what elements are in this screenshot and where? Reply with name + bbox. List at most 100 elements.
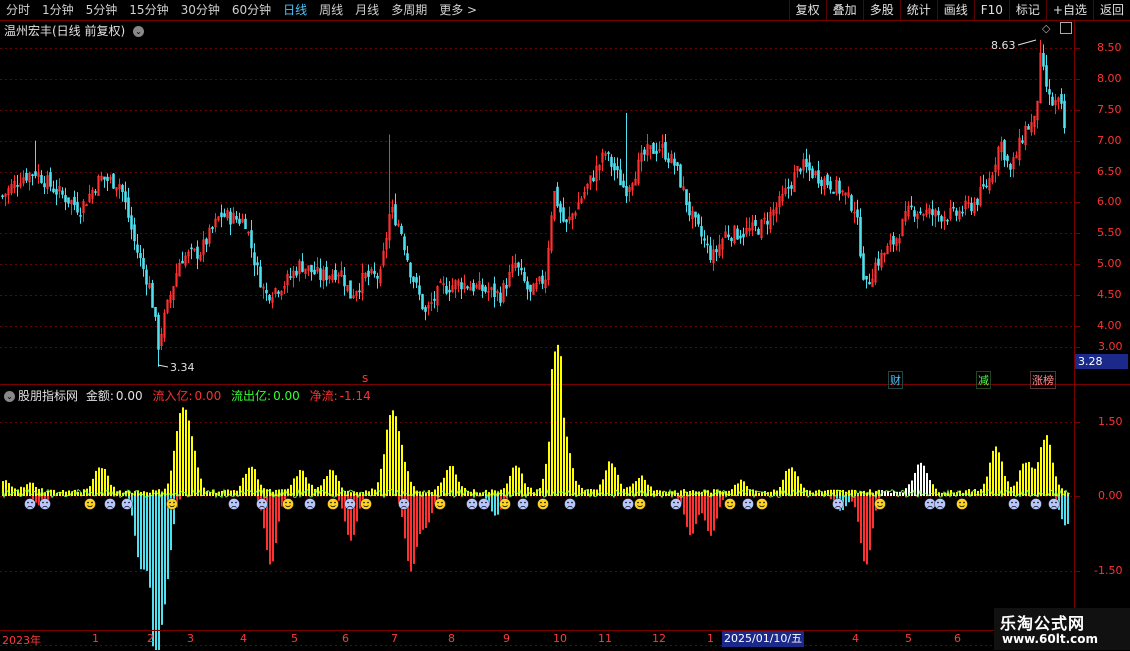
sad-face-icon [832, 498, 844, 510]
smile-face-icon [756, 498, 768, 510]
watermark-title: 乐淘公式网 [1000, 614, 1086, 633]
price-tick: 6.50 [1097, 164, 1122, 178]
event-marker-reduce[interactable]: 减 [976, 371, 991, 389]
period-tab-10[interactable]: 更多 > [433, 0, 483, 20]
net-label: 净流: [309, 389, 338, 403]
price-tick: 4.00 [1097, 319, 1122, 332]
main-panel-title: 温州宏丰(日线 前复权) ⌄ [4, 22, 147, 39]
period-tab-2[interactable]: 5分钟 [80, 0, 124, 20]
smile-face-icon [360, 498, 372, 510]
sad-face-icon [466, 498, 478, 510]
period-tab-4[interactable]: 30分钟 [175, 0, 226, 20]
date-label: 10 [553, 632, 567, 645]
period-tab-6[interactable]: 日线 [277, 0, 313, 20]
sad-face-icon [670, 498, 682, 510]
smile-face-icon [166, 498, 178, 510]
indicator-name: 股朋指标网 [18, 389, 79, 403]
inflow-value: 0.00 [194, 389, 222, 403]
date-label: 6 [954, 632, 961, 645]
sad-face-icon [517, 498, 529, 510]
sad-face-icon [121, 498, 133, 510]
sad-face-icon [1048, 498, 1060, 510]
watermark-url: www.60lt.com [1002, 632, 1099, 646]
action-button-4[interactable]: 画线 [936, 0, 974, 20]
smile-face-icon [724, 498, 736, 510]
sad-face-icon [742, 498, 754, 510]
period-tab-1[interactable]: 1分钟 [36, 0, 80, 20]
outflow-label: 流出亿: [231, 389, 272, 403]
indicator-tick: 3.00 [1098, 340, 1123, 353]
date-label: 8 [448, 632, 455, 645]
sad-face-icon [924, 498, 936, 510]
date-label: 1 [92, 632, 99, 645]
period-tab-5[interactable]: 60分钟 [226, 0, 277, 20]
date-label: 5 [291, 632, 298, 645]
smile-face-icon [327, 498, 339, 510]
sad-face-icon [398, 498, 410, 510]
smile-face-icon [282, 498, 294, 510]
smile-face-icon [874, 498, 886, 510]
price-tick: 7.00 [1097, 133, 1122, 147]
sad-face-icon [344, 498, 356, 510]
low-price-label: 3.34 [170, 361, 195, 374]
sad-face-icon [1008, 498, 1020, 510]
sad-face-icon [304, 498, 316, 510]
date-label: 4 [240, 632, 247, 645]
period-tabs: 分时 1分钟 5分钟 15分钟 30分钟 60分钟 日线 周线 月线 多周期 更多 > [0, 0, 483, 20]
sad-face-icon [104, 498, 116, 510]
sad-face-icon [934, 498, 946, 510]
selected-date-label: 2025/01/10/五 [722, 631, 805, 647]
panel-toggle-icon[interactable] [1060, 22, 1072, 34]
period-tab-7[interactable]: 周线 [313, 0, 349, 20]
amount-label: 金额: [85, 389, 114, 403]
action-button-0[interactable]: 复权 [788, 0, 826, 20]
action-button-6[interactable]: 标记 [1008, 0, 1046, 20]
action-button-3[interactable]: 统计 [899, 0, 937, 20]
net-value: -1.14 [339, 389, 371, 403]
action-buttons: 复权 叠加 多股 统计 画线 F10 标记 +自选 返回 [788, 0, 1130, 20]
action-button-1[interactable]: 叠加 [825, 0, 863, 20]
smile-face-icon [499, 498, 511, 510]
date-label: 4 [852, 632, 859, 645]
action-button-5[interactable]: F10 [973, 0, 1009, 20]
smile-face-icon [634, 498, 646, 510]
price-tick: 8.00 [1097, 71, 1122, 85]
indicator-tick: 1.50 [1098, 414, 1123, 428]
sad-face-icon [256, 498, 268, 510]
event-marker-limitup[interactable]: 涨榜 [1030, 371, 1056, 389]
price-tick: 7.50 [1097, 102, 1122, 116]
event-marker-finance[interactable]: 财 [888, 371, 903, 389]
current-price-tag: 3.28 [1075, 354, 1128, 369]
indicator-title: ⌄ 股朋指标网 金额: 0.00 流入亿: 0.00 流出亿: 0.00 净流: -1.1… [4, 387, 371, 404]
date-label: 12 [652, 632, 666, 645]
sad-face-icon [622, 498, 634, 510]
action-button-2[interactable]: 多股 [862, 0, 900, 20]
diamond-icon[interactable]: ◇ [1042, 22, 1050, 35]
date-label: 2 [147, 632, 154, 645]
inflow-label: 流入亿: [152, 389, 193, 403]
stock-chart[interactable]: 8.63 3.34 [0, 0, 1130, 650]
amount-value: 0.00 [115, 389, 143, 403]
period-toolbar: 分时 1分钟 5分钟 15分钟 30分钟 60分钟 日线 周线 月线 多周期 更多 > 复权 叠加 多股… [0, 0, 1130, 21]
action-button-8[interactable]: 返回 [1092, 0, 1130, 20]
period-tab-3[interactable]: 15分钟 [123, 0, 174, 20]
indicator-dropdown-icon[interactable]: ⌄ [4, 391, 15, 402]
smile-face-icon [434, 498, 446, 510]
sad-face-icon [228, 498, 240, 510]
event-marker-s[interactable]: s [362, 371, 368, 385]
smile-face-icon [537, 498, 549, 510]
title-dropdown-icon[interactable]: ⌄ [133, 26, 145, 37]
sad-face-icon [24, 498, 36, 510]
sad-face-icon [1030, 498, 1042, 510]
period-tab-8[interactable]: 月线 [349, 0, 385, 20]
indicator-tick: 0.00 [1098, 489, 1123, 502]
price-tick: 8.50 [1097, 41, 1122, 54]
date-label: 9 [503, 632, 510, 645]
date-label: 11 [598, 632, 612, 645]
period-tab-0[interactable]: 分时 [0, 0, 36, 20]
price-tick: 6.00 [1097, 195, 1122, 209]
price-tick: 4.50 [1097, 288, 1122, 302]
action-button-7[interactable]: +自选 [1045, 0, 1093, 20]
period-tab-9[interactable]: 多周期 [385, 0, 433, 20]
high-price-label: 8.63 [991, 39, 1016, 52]
